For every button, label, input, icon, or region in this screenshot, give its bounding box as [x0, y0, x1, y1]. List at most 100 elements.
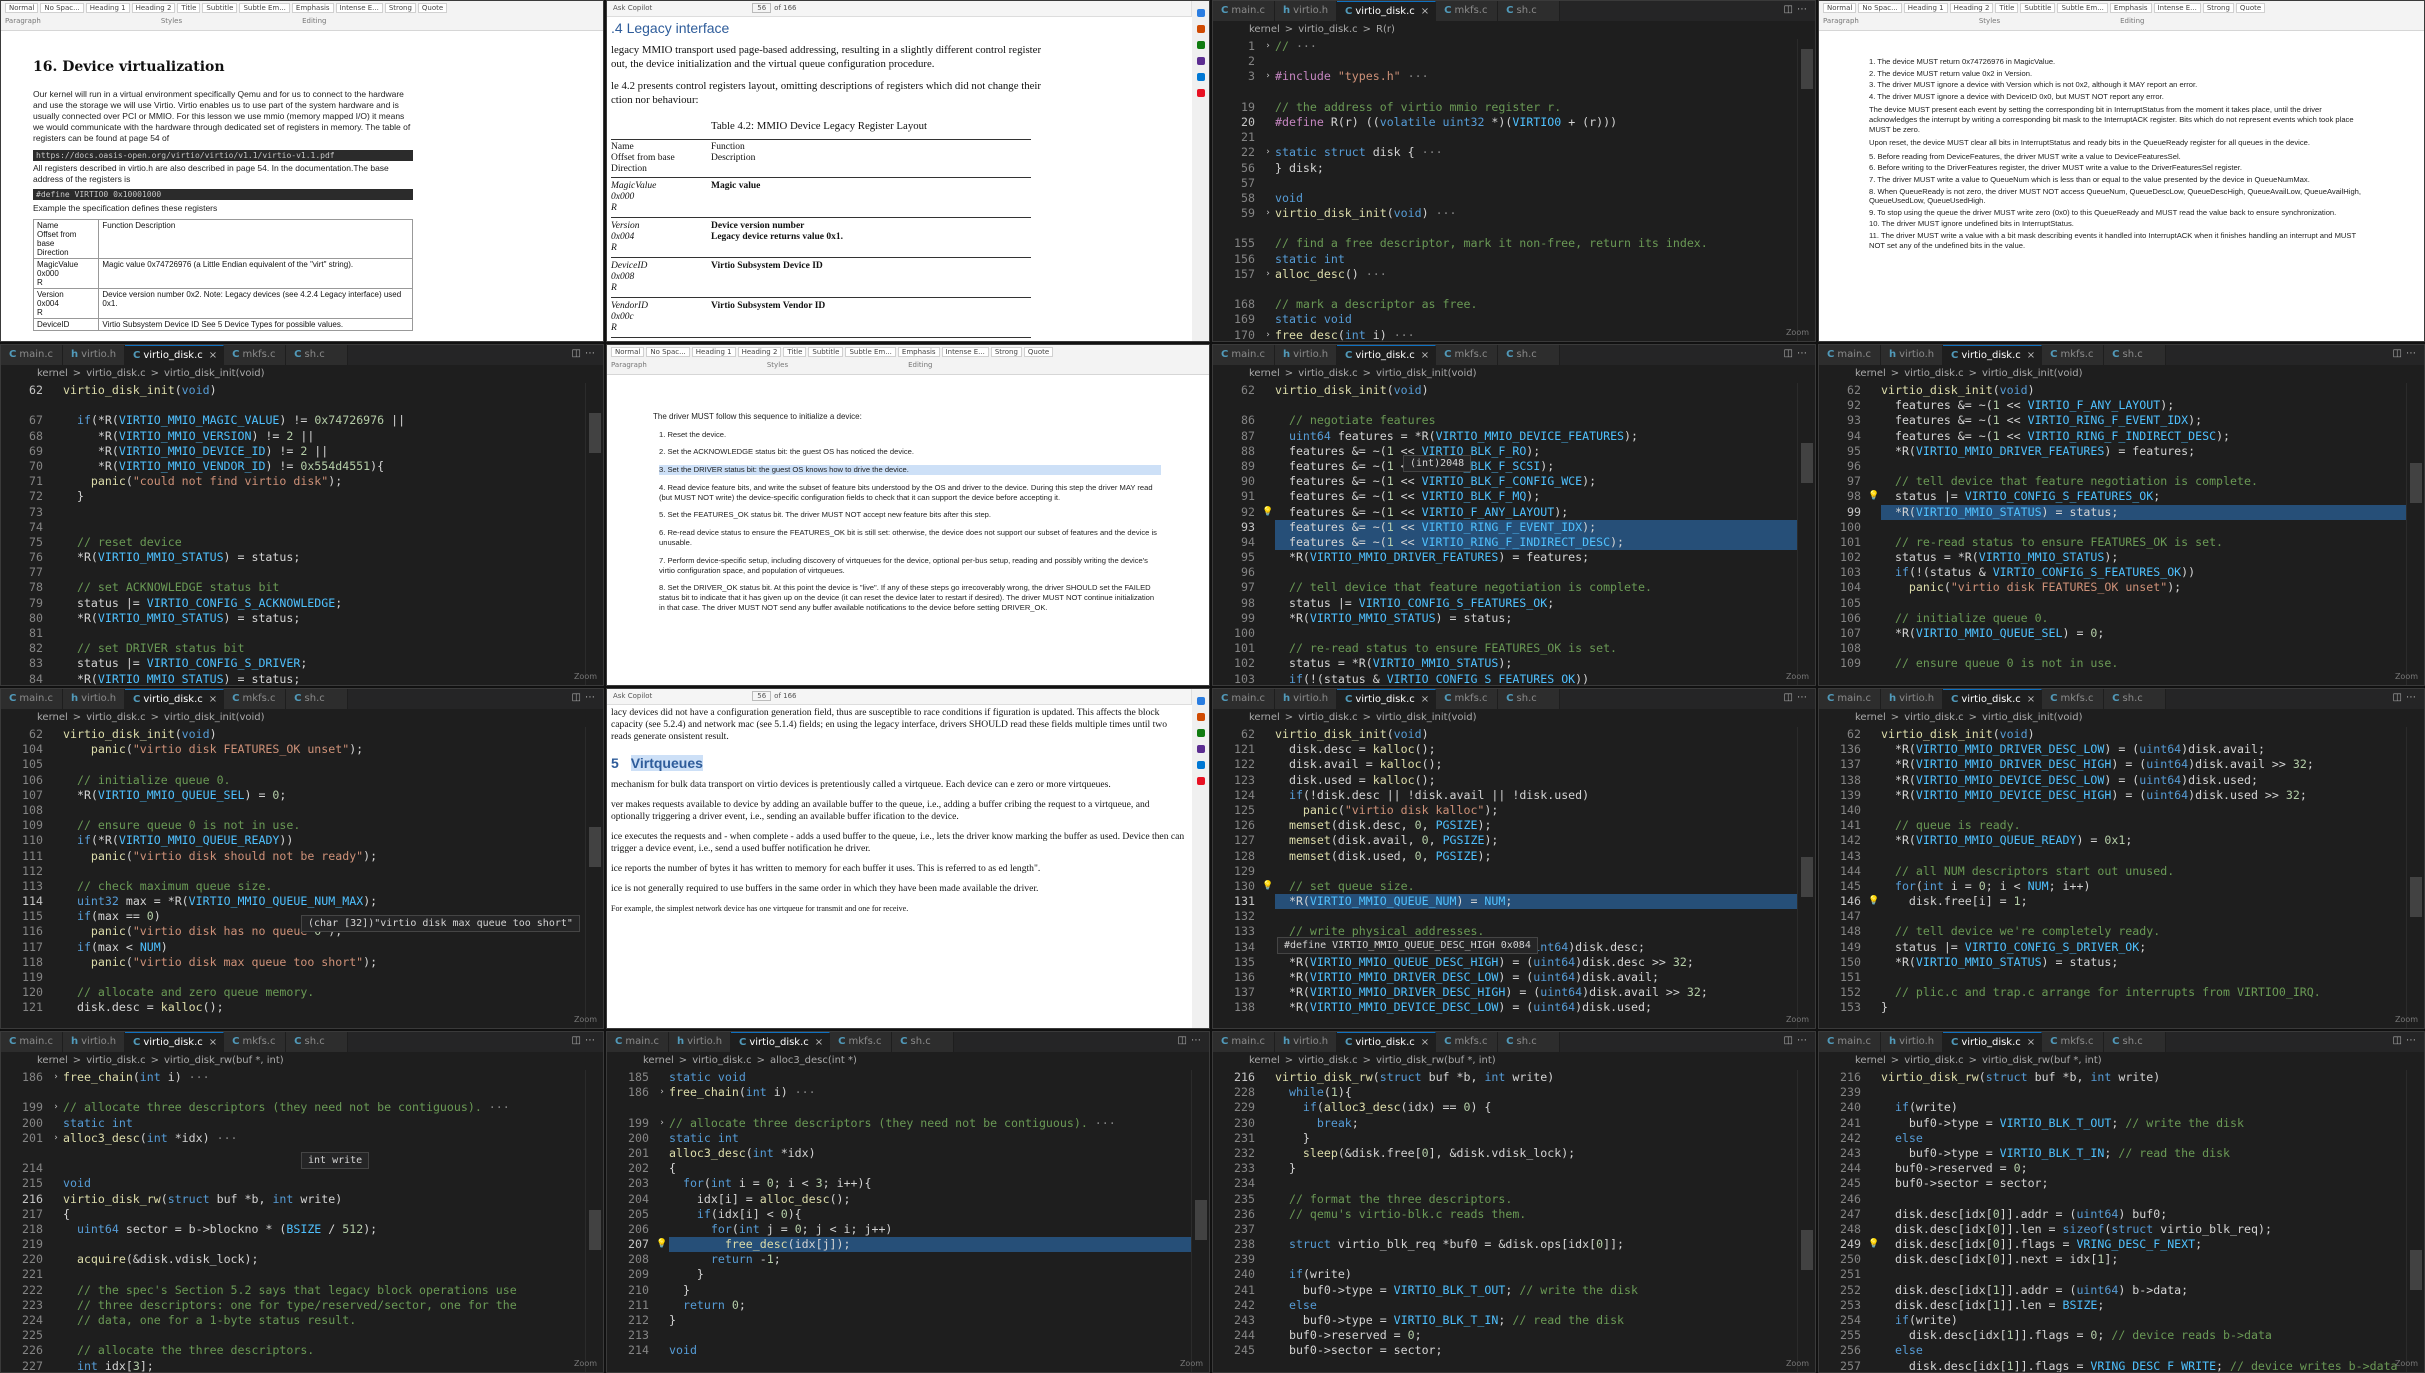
style-option[interactable]: Quote	[2235, 3, 2266, 13]
sidebar-app-icon[interactable]	[1196, 9, 1205, 17]
breadcrumb-item[interactable]: virtio_disk.c	[1904, 712, 1963, 723]
tab-main-c[interactable]: Cmain.c	[1, 345, 63, 365]
more-icon[interactable]: ⋯	[585, 348, 599, 359]
sidebar-app-icon[interactable]	[1196, 777, 1205, 785]
style-option[interactable]: No Spac...	[646, 347, 690, 357]
tab-virtio_disk-c[interactable]: Cvirtio_disk.c ×	[1337, 345, 1437, 365]
code-editor[interactable]: 186 › free_chain(int i) ··· 199 ›// allocate…	[1, 1070, 585, 1372]
style-option[interactable]: Strong	[384, 3, 416, 13]
tab-mkfs-c[interactable]: Cmkfs.c	[1436, 1, 1499, 21]
tab-sh-c[interactable]: Csh.c	[1498, 689, 1561, 709]
tab-virtio_disk-c[interactable]: Cvirtio_disk.c ×	[1943, 1032, 2043, 1052]
vertical-scrollbar[interactable]	[1797, 1070, 1815, 1372]
breadcrumb-item[interactable]: virtio_disk.c	[86, 368, 145, 379]
scrollbar-thumb[interactable]	[2410, 1250, 2422, 1290]
document-page[interactable]: The driver MUST follow this sequence to …	[647, 381, 1167, 685]
style-option[interactable]: Emphasis	[897, 347, 940, 357]
tab-sh-c[interactable]: Csh.c	[2104, 689, 2167, 709]
vertical-scrollbar[interactable]	[1797, 39, 1815, 341]
scrollbar-thumb[interactable]	[1801, 49, 1813, 89]
fold-chevron-icon[interactable]: ›	[655, 1085, 669, 1100]
style-option[interactable]: Subtitle	[202, 3, 238, 13]
breadcrumb-item[interactable]: virtio_disk_rw(buf *, int)	[164, 1055, 284, 1066]
split-editor-icon[interactable]: ◫	[572, 348, 585, 359]
close-icon[interactable]: ×	[209, 694, 217, 705]
tab-virtio-h[interactable]: h virtio.h	[669, 1032, 731, 1052]
tab-virtio-h[interactable]: h virtio.h	[1275, 345, 1337, 365]
style-option[interactable]: Normal	[1823, 3, 1857, 13]
code-editor[interactable]: 1 ›// ··· 2 3 › #include "types.h" ··· 19// th…	[1213, 39, 1797, 341]
close-icon[interactable]: ×	[2027, 350, 2035, 361]
more-icon[interactable]: ⋯	[2406, 1035, 2420, 1046]
style-option[interactable]: Title	[1995, 3, 2019, 13]
style-option[interactable]: No Spac...	[1858, 3, 1902, 13]
more-icon[interactable]: ⋯	[1191, 1035, 1205, 1046]
vertical-scrollbar[interactable]	[585, 727, 603, 1028]
style-option[interactable]: Heading 1	[85, 3, 130, 13]
split-editor-icon[interactable]: ◫	[2393, 348, 2406, 359]
tab-main-c[interactable]: Cmain.c	[1819, 345, 1881, 365]
breadcrumb-item[interactable]: virtio_disk.c	[1298, 24, 1357, 35]
pdf-page[interactable]: .4 Legacy interface legacy MMIO transport…	[607, 17, 1192, 341]
tab-main-c[interactable]: Cmain.c	[1213, 345, 1275, 365]
vertical-scrollbar[interactable]	[1797, 727, 1815, 1028]
split-editor-icon[interactable]: ◫	[2393, 692, 2406, 703]
tab-sh-c[interactable]: Csh.c	[2104, 1032, 2167, 1052]
tab-main-c[interactable]: Cmain.c	[1213, 1032, 1275, 1052]
sidebar-app-icon[interactable]	[1196, 745, 1205, 753]
tab-virtio-h[interactable]: h virtio.h	[1881, 1032, 1943, 1052]
code-editor[interactable]: 62 virtio_disk_init(void) 136 *R(VIRTIO_MM…	[1819, 727, 2406, 1028]
breadcrumb-item[interactable]: virtio_disk_init(void)	[164, 712, 265, 723]
page-number-box[interactable]: 56	[752, 3, 772, 13]
close-icon[interactable]: ×	[1421, 1037, 1429, 1048]
fold-chevron-icon[interactable]: ›	[1261, 328, 1275, 341]
style-option[interactable]: Intense E...	[2153, 3, 2201, 13]
fold-chevron-icon[interactable]: ›	[1261, 69, 1275, 84]
copilot-button[interactable]: Ask Copilot	[613, 692, 652, 700]
tab-main-c[interactable]: Cmain.c	[1, 1032, 63, 1052]
breadcrumb-item[interactable]: kernel	[1249, 712, 1280, 723]
style-option[interactable]: Emphasis	[291, 3, 334, 13]
tab-sh-c[interactable]: Csh.c	[1498, 345, 1561, 365]
breadcrumb-item[interactable]: kernel	[1855, 712, 1886, 723]
code-editor[interactable]: 185 static void 186 › free_chain(int i) ··· 1…	[607, 1070, 1191, 1372]
more-icon[interactable]: ⋯	[2406, 348, 2420, 359]
breadcrumb-item[interactable]: virtio_disk.c	[692, 1055, 751, 1066]
fold-chevron-icon[interactable]: ›	[49, 1070, 63, 1085]
tab-virtio_disk-c[interactable]: Cvirtio_disk.c ×	[1337, 1, 1437, 21]
style-option[interactable]: Subtle Em...	[239, 3, 290, 13]
scrollbar-thumb[interactable]	[2410, 463, 2422, 503]
tab-virtio-h[interactable]: h virtio.h	[1275, 1032, 1337, 1052]
close-icon[interactable]: ×	[1421, 694, 1429, 705]
split-editor-icon[interactable]: ◫	[572, 1035, 585, 1046]
close-icon[interactable]: ×	[815, 1037, 823, 1048]
code-editor[interactable]: 62 virtio_disk_init(void) 104 panic("virti…	[1, 727, 585, 1028]
pdf-page[interactable]: lacy devices did not have a configuratio…	[607, 705, 1192, 1028]
vertical-scrollbar[interactable]	[585, 383, 603, 685]
style-option[interactable]: Subtitle	[2020, 3, 2056, 13]
style-option[interactable]: Subtle Em...	[845, 347, 896, 357]
tab-main-c[interactable]: Cmain.c	[1213, 689, 1275, 709]
scrollbar-thumb[interactable]	[589, 827, 601, 867]
sidebar-app-icon[interactable]	[1196, 41, 1205, 49]
breadcrumb-item[interactable]: virtio_disk.c	[86, 712, 145, 723]
tab-sh-c[interactable]: Csh.c	[286, 1032, 349, 1052]
tab-sh-c[interactable]: Csh.c	[2104, 345, 2167, 365]
tab-mkfs-c[interactable]: Cmkfs.c	[2042, 345, 2105, 365]
style-option[interactable]: Heading 2	[131, 3, 176, 13]
style-option[interactable]: Strong	[990, 347, 1022, 357]
breadcrumb-item[interactable]: virtio_disk_init(void)	[1376, 712, 1477, 723]
tab-main-c[interactable]: Cmain.c	[1819, 1032, 1881, 1052]
more-icon[interactable]: ⋯	[1797, 4, 1811, 15]
breadcrumb-item[interactable]: virtio_disk.c	[1298, 1055, 1357, 1066]
tab-virtio-h[interactable]: h virtio.h	[63, 345, 125, 365]
sidebar-app-icon[interactable]	[1196, 713, 1205, 721]
breadcrumb-item[interactable]: kernel	[37, 712, 68, 723]
style-option[interactable]: Quote	[1023, 347, 1054, 357]
split-editor-icon[interactable]: ◫	[572, 692, 585, 703]
tab-mkfs-c[interactable]: Cmkfs.c	[2042, 689, 2105, 709]
fold-chevron-icon[interactable]: ›	[1261, 39, 1275, 54]
breadcrumb-item[interactable]: virtio_disk_init(void)	[1376, 368, 1477, 379]
tab-virtio_disk-c[interactable]: Cvirtio_disk.c ×	[1943, 689, 2043, 709]
tab-virtio-h[interactable]: h virtio.h	[1275, 1, 1337, 21]
